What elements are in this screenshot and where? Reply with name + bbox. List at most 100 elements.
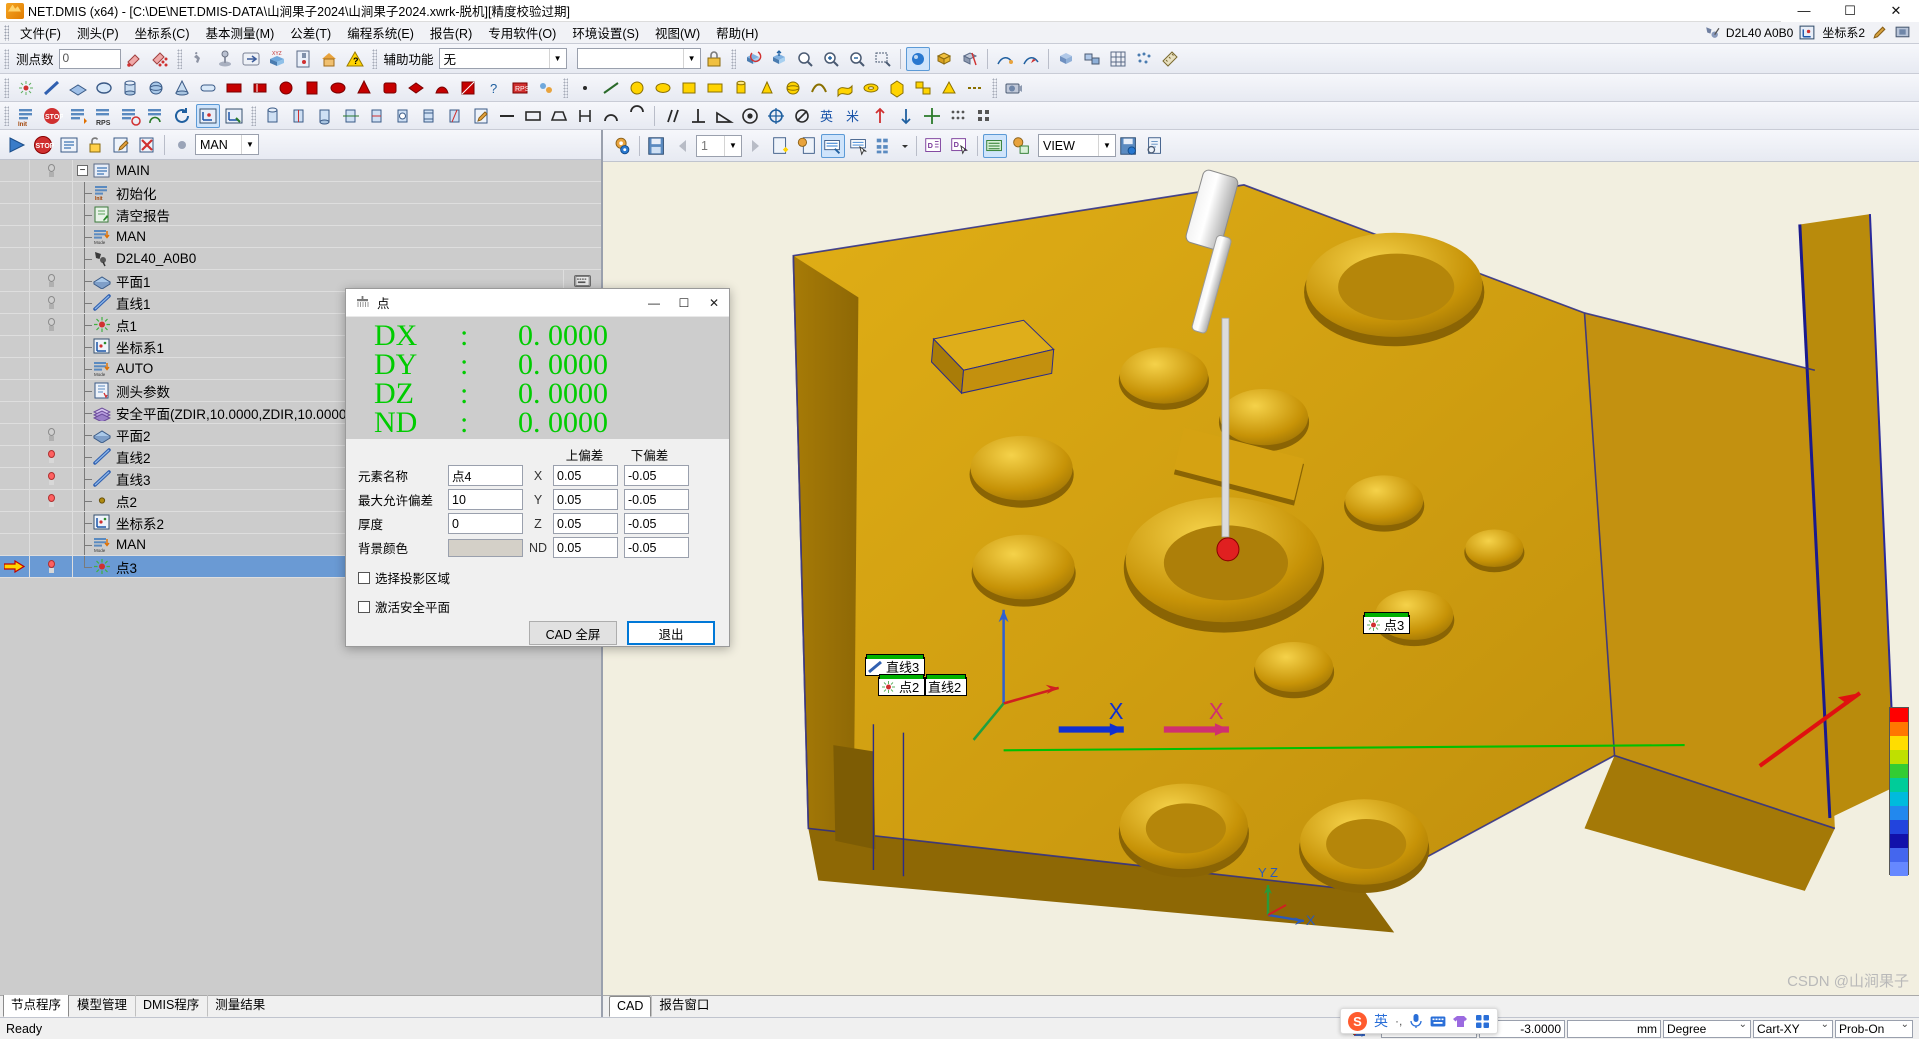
probe-doc-icon[interactable] [291,47,315,71]
feature-shape2-icon[interactable] [248,76,272,100]
toolbar-grip-1[interactable] [4,48,9,69]
menu-drag-handle[interactable] [4,24,9,41]
prev-page-icon[interactable] [671,134,695,158]
menu-coordinate-system[interactable]: 坐标系(C) [127,21,198,44]
refresh-program-icon[interactable] [170,104,194,128]
cad-fullscreen-button[interactable]: CAD 全屏 [529,621,617,645]
home-icon[interactable] [317,47,341,71]
pick-label-icon[interactable] [847,134,871,158]
feature-misc-icon[interactable] [534,76,558,100]
pencil-icon[interactable] [1871,24,1888,41]
lower-tolerance-y-input[interactable]: -0.05 [624,489,689,510]
tree-row-visibility[interactable] [30,380,73,401]
unit-field[interactable]: mm [1567,1019,1661,1038]
cad-settings-icon[interactable] [610,134,634,158]
geo-square-icon[interactable] [677,76,701,100]
tree-item[interactable]: Init 初始化 [0,182,601,204]
feature-cylinder-icon[interactable] [118,76,142,100]
menu-special-software[interactable]: 专用软件(O) [480,21,564,44]
tol-perpendicular-icon[interactable] [686,104,710,128]
section-view-icon[interactable] [958,47,982,71]
zoom-window-icon[interactable] [871,47,895,71]
next-page-icon[interactable] [743,134,767,158]
geo-line-icon[interactable] [599,76,623,100]
feature-shape9-icon[interactable] [430,76,454,100]
wireframe-view-icon[interactable] [932,47,956,71]
feature-shape10-icon[interactable] [456,76,480,100]
tree-item[interactable]: D2L40_A0B0 [0,248,601,270]
stop-run-icon[interactable]: STOP [31,133,55,157]
tree-item[interactable]: − MAIN [0,160,601,182]
checkbox-row-safeplane[interactable]: 激活安全平面 [358,597,719,616]
feature-shape5-icon[interactable] [326,76,350,100]
pan-view-icon[interactable] [767,47,791,71]
page-settings-icon[interactable] [795,134,819,158]
geo-torus-icon[interactable] [859,76,883,100]
toolbar-grip-2[interactable] [176,48,182,69]
dim-cyl6-icon[interactable] [391,104,415,128]
menu-basic-measurement[interactable]: 基本测量(M) [198,21,283,44]
menu-view[interactable]: 视图(W) [647,21,708,44]
tree-row-visibility[interactable] [30,248,73,269]
dim-cyl2-icon[interactable] [287,104,311,128]
tol-up-icon[interactable] [868,104,892,128]
erase-point-icon[interactable] [122,47,146,71]
upper-tolerance-z-input[interactable]: 0.05 [553,513,618,534]
geo-cylinder-icon[interactable] [729,76,753,100]
dim-cyl3-icon[interactable] [313,104,337,128]
tree-row-visibility[interactable] [30,314,73,335]
maximize-button[interactable]: ☐ [1827,0,1873,22]
dim-cyl8-icon[interactable] [443,104,467,128]
tree-row-visibility[interactable] [30,556,73,577]
save-report-icon[interactable] [645,134,669,158]
mic-icon[interactable] [1409,1013,1423,1029]
rotate-view-icon[interactable] [741,47,765,71]
upper-tolerance-nd-input[interactable]: 0.05 [553,537,618,558]
joystick-icon[interactable] [213,47,237,71]
toolbar-grip-6[interactable] [563,77,568,98]
tree-row-visibility[interactable] [30,424,73,445]
menu-probe[interactable]: 测头(P) [69,21,127,44]
zoom-in-icon[interactable] [819,47,843,71]
help-feature-icon[interactable]: ? [482,76,506,100]
tree-row-visibility[interactable] [30,270,73,291]
lightbulb-icon[interactable] [46,295,57,310]
lightbulb-icon[interactable] [46,273,57,288]
toolbar-grip-5[interactable] [4,77,9,98]
point-feature-dialog[interactable]: 点 — ☐ ✕ DX : 0. 0000 DY : 0. 0000 DZ : 0… [345,288,730,647]
dialog-minimize-button[interactable]: — [639,289,669,316]
dimension-list-icon[interactable]: D [922,134,946,158]
delete-node-icon[interactable] [135,133,159,157]
menu-help[interactable]: 帮助(H) [708,21,766,44]
dim-edit-icon[interactable] [469,104,493,128]
run-mode-icon[interactable] [66,104,90,128]
background-color-swatch[interactable] [448,538,523,557]
tree-row-visibility[interactable] [30,336,73,357]
feature-cone-icon[interactable] [170,76,194,100]
tol-more-icon[interactable] [946,104,970,128]
warning-icon[interactable]: ? [343,47,367,71]
rps-program-icon[interactable]: RPS [92,104,116,128]
dim-rect-icon[interactable] [521,104,545,128]
dim-cyl1-icon[interactable] [261,104,285,128]
dim-dash-icon[interactable] [495,104,519,128]
csys-save-icon[interactable] [222,104,246,128]
point-cloud-icon[interactable] [1132,47,1156,71]
probe-path-icon[interactable] [993,47,1017,71]
ime-toolbar[interactable]: S 英 ·, [1340,1008,1499,1034]
max-deviation-input[interactable]: 10 [448,489,523,510]
tree-row-visibility[interactable] [30,512,73,533]
feature-point-icon[interactable] [14,76,38,100]
tree-row-visibility[interactable] [30,204,73,225]
edit-program-icon[interactable] [109,133,133,157]
cube-view-icon[interactable] [1054,47,1078,71]
ime-punctuation-toggle[interactable]: ·, [1395,1014,1402,1028]
tol-grid-icon[interactable] [972,104,996,128]
page-number-select[interactable]: 1 ▼ [696,134,742,157]
dialog-maximize-button[interactable]: ☐ [669,289,699,316]
geo-group-icon[interactable] [911,76,935,100]
tree-row-visibility[interactable] [30,534,73,555]
geo-ellipse-icon[interactable] [651,76,675,100]
tol-angularity-icon[interactable] [712,104,736,128]
feature-sphere-icon[interactable] [144,76,168,100]
